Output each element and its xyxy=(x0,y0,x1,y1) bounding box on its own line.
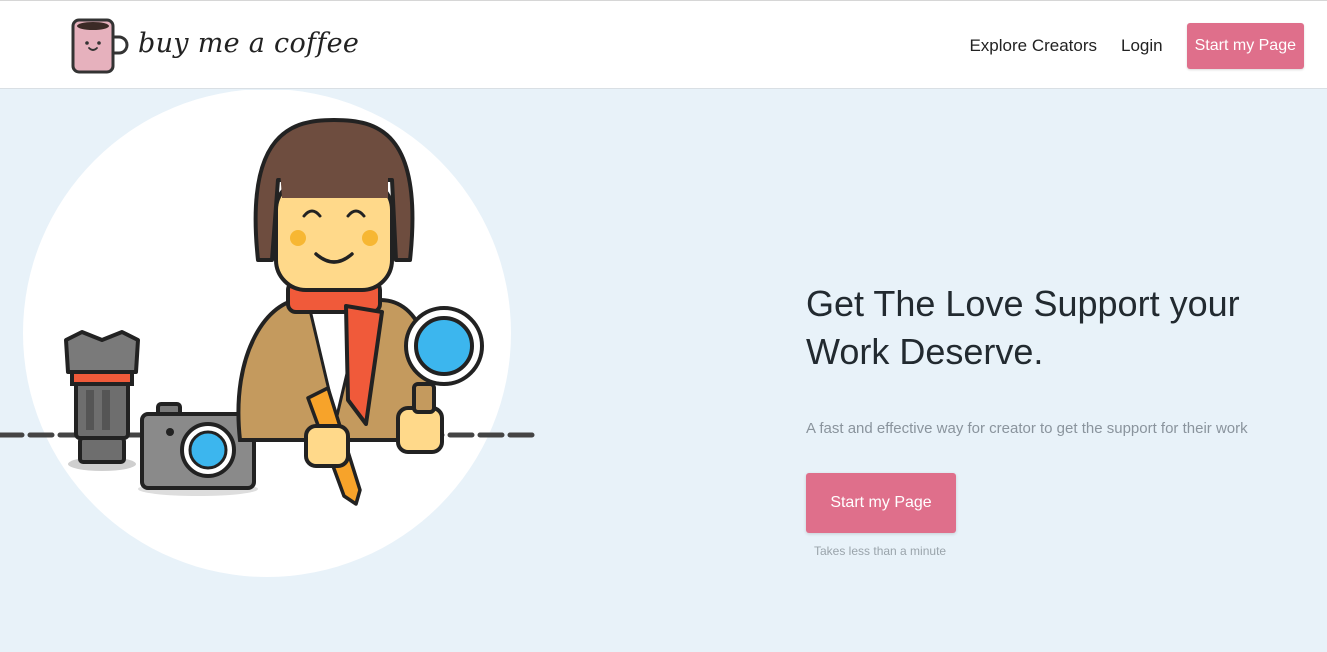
creator-illustration xyxy=(0,90,539,577)
hero-start-page-button[interactable]: Start my Page xyxy=(806,473,956,533)
nav-login[interactable]: Login xyxy=(1121,23,1163,69)
logo-text: buy me a coffee xyxy=(138,27,360,59)
hero-headline-line-2: Work Deserve. xyxy=(806,331,1044,372)
logo-link[interactable]: buy me a coffee xyxy=(70,17,359,75)
coffee-cup-logo-icon xyxy=(71,18,129,74)
navbar: buy me a coffee Explore Creators Login S… xyxy=(0,0,1327,89)
hero-text: Get The Love Support your Work Deserve. … xyxy=(806,280,1306,437)
nav-explore-creators[interactable]: Explore Creators xyxy=(969,23,1097,69)
nav-links: Explore Creators Login Start my Page xyxy=(969,23,1304,69)
hero-note: Takes less than a minute xyxy=(814,544,947,558)
hero-subtext: A fast and effective way for creator to … xyxy=(806,420,1248,437)
hero-headline: Get The Love Support your Work Deserve. xyxy=(806,280,1306,376)
hero-headline-line-1: Get The Love Support your xyxy=(806,283,1240,324)
header-start-page-button[interactable]: Start my Page xyxy=(1186,23,1304,69)
